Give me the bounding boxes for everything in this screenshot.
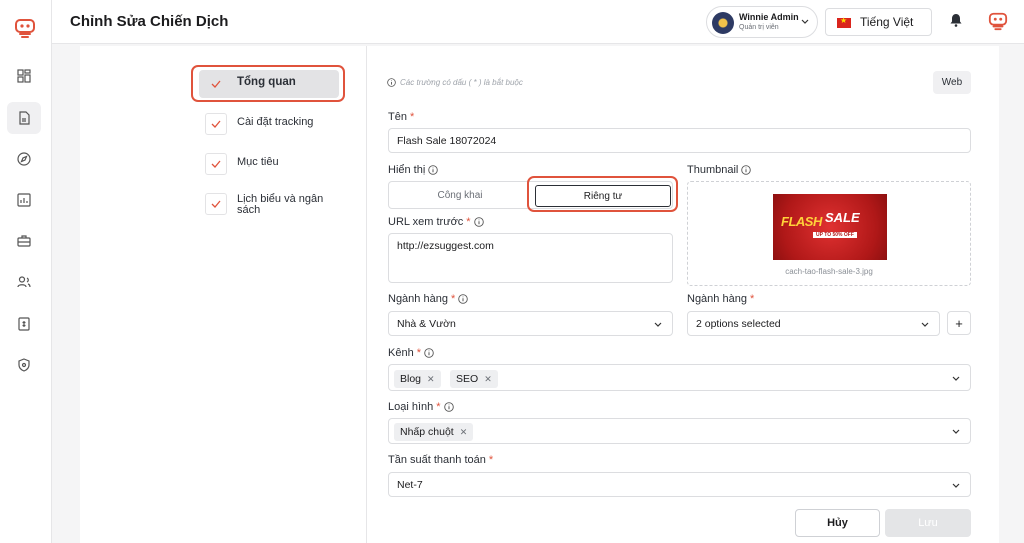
step-label: Cài đặt tracking	[237, 116, 314, 128]
industry-select[interactable]: Nhà & Vườn	[388, 311, 673, 336]
check-icon	[205, 193, 227, 215]
shield-icon[interactable]	[7, 349, 41, 381]
type-select[interactable]: Nhấp chuột ✕	[388, 418, 971, 444]
vietnam-flag-icon	[837, 16, 851, 28]
page-title: Chỉnh Sửa Chiến Dịch	[70, 13, 229, 30]
info-icon	[428, 165, 439, 175]
channel-label: Kênh *	[388, 347, 434, 359]
chevron-down-icon	[801, 19, 809, 24]
info-icon	[424, 348, 434, 358]
info-icon	[443, 402, 454, 412]
campaign-icon[interactable]	[7, 102, 41, 134]
payment-frequency-select[interactable]: Net-7	[388, 472, 971, 497]
preview-url-label: URL xem trước *	[388, 216, 484, 228]
user-name: Winnie Admin	[739, 12, 799, 22]
avatar	[712, 12, 734, 34]
chevron-down-icon	[654, 322, 662, 327]
step-schedule-budget[interactable]: Lịch biểu và ngân sách	[199, 190, 339, 222]
info-icon	[741, 165, 752, 175]
industry-label: Ngành hàng *	[388, 293, 468, 305]
sidebar-rail	[0, 0, 52, 543]
info-icon	[473, 217, 484, 227]
tag-chip: Blog ✕	[394, 370, 441, 388]
info-icon	[387, 78, 396, 87]
invoice-icon[interactable]	[7, 308, 41, 340]
save-button[interactable]: Lưu	[885, 509, 971, 537]
briefcase-icon[interactable]	[7, 225, 41, 257]
channel-select[interactable]: Blog ✕ SEO ✕	[388, 364, 971, 391]
report-icon[interactable]	[7, 184, 41, 216]
language-label: Tiếng Việt	[860, 15, 914, 29]
language-selector[interactable]: Tiếng Việt	[825, 8, 932, 36]
step-goals[interactable]: Mục tiêu	[199, 150, 339, 178]
explore-icon[interactable]	[7, 143, 41, 175]
chevron-down-icon	[952, 483, 960, 488]
type-label: Loại hình *	[388, 401, 454, 413]
top-header: Chỉnh Sửa Chiến Dịch Winnie Admin Quản t…	[52, 0, 1024, 44]
highlight-box	[527, 176, 678, 212]
dashboard-icon[interactable]	[7, 60, 41, 92]
chevron-down-icon	[952, 376, 960, 381]
steps-panel: Tổng quan Cài đặt tracking Mục tiêu Lịch…	[80, 46, 367, 543]
robot-assistant-icon[interactable]	[988, 11, 1008, 31]
preview-url-textarea[interactable]: http://ezsuggest.com	[388, 233, 673, 283]
add-industry-button[interactable]: +	[947, 311, 971, 335]
name-label: Tên *	[388, 111, 415, 123]
visibility-label: Hiển thị	[388, 164, 439, 176]
app-logo-icon[interactable]	[14, 17, 36, 39]
step-label: Mục tiêu	[237, 156, 279, 168]
campaign-form: Các trường có dấu ( * ) là bắt buộc Web …	[367, 46, 999, 543]
name-input[interactable]: Flash Sale 18072024	[388, 128, 971, 153]
chevron-down-icon	[952, 429, 960, 434]
chevron-down-icon	[921, 322, 929, 327]
step-label: Lịch biểu và ngân sách	[237, 193, 324, 216]
remove-tag-icon[interactable]: ✕	[484, 374, 492, 385]
remove-tag-icon[interactable]: ✕	[460, 427, 468, 438]
check-icon	[205, 153, 227, 175]
users-icon[interactable]	[7, 266, 41, 298]
required-note: Các trường có dấu ( * ) là bắt buộc	[387, 78, 523, 87]
platform-web-button[interactable]: Web	[933, 71, 971, 94]
step-tracking[interactable]: Cài đặt tracking	[199, 110, 339, 138]
industry2-label: Ngành hàng *	[687, 293, 755, 305]
visibility-public-option[interactable]: Công khai	[389, 182, 531, 208]
thumbnail-filename: cach-tao-flash-sale-3.jpg	[785, 267, 873, 276]
tag-chip: SEO ✕	[450, 370, 498, 388]
thumbnail-upload[interactable]: FLASH SALE UP TO 50% OFF cach-tao-flash-…	[687, 181, 971, 286]
bell-icon[interactable]	[950, 13, 962, 27]
cancel-button[interactable]: Hủy	[795, 509, 880, 537]
check-icon	[205, 113, 227, 135]
user-role: Quản trị viên	[739, 24, 779, 31]
thumbnail-image: FLASH SALE UP TO 50% OFF	[773, 194, 887, 260]
user-menu[interactable]: Winnie Admin Quản trị viên	[706, 6, 818, 38]
industry-multiselect[interactable]: 2 options selected	[687, 311, 940, 336]
info-icon	[458, 294, 468, 304]
tag-chip: Nhấp chuột ✕	[394, 423, 474, 441]
remove-tag-icon[interactable]: ✕	[427, 374, 435, 385]
thumbnail-label: Thumbnail	[687, 164, 752, 176]
payment-label: Tần suất thanh toán *	[388, 454, 494, 466]
highlight-box	[191, 65, 345, 102]
